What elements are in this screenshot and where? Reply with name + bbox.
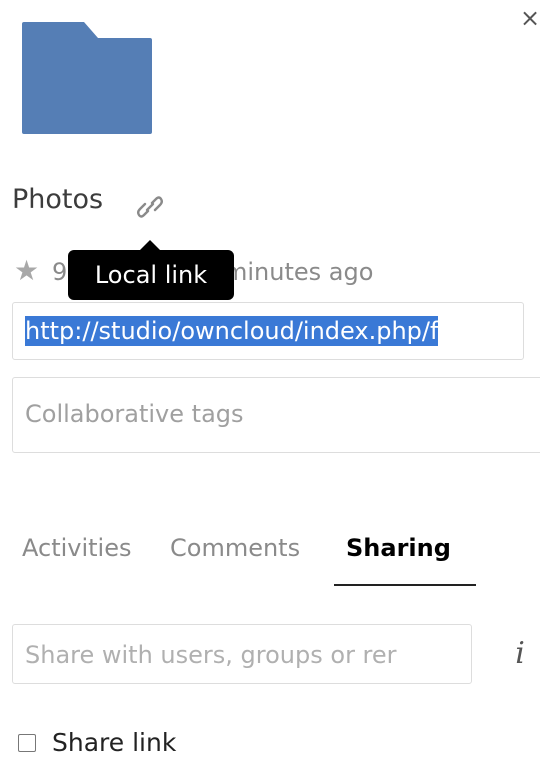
share-link-label[interactable]: Share link xyxy=(52,728,176,757)
local-link-field[interactable]: http://studio/owncloud/index.php/f xyxy=(12,302,524,360)
modified-time: minutes ago xyxy=(224,258,374,286)
share-with-input[interactable]: Share with users, groups or rer xyxy=(12,624,472,684)
link-icon[interactable] xyxy=(136,193,164,221)
share-link-checkbox[interactable] xyxy=(18,734,36,752)
star-icon[interactable]: ★ xyxy=(14,254,39,287)
local-link-url[interactable]: http://studio/owncloud/index.php/f xyxy=(25,316,439,346)
tab-sharing[interactable]: Sharing xyxy=(346,534,451,562)
tab-activities[interactable]: Activities xyxy=(22,534,132,562)
collaborative-tags-input[interactable]: Collaborative tags xyxy=(12,377,540,453)
file-size: 9 xyxy=(52,258,68,286)
file-name: Photos xyxy=(12,184,104,215)
local-link-tooltip: Local link xyxy=(68,240,234,300)
info-icon[interactable]: i xyxy=(508,636,532,672)
active-tab-indicator xyxy=(334,584,476,586)
close-icon[interactable]: × xyxy=(518,4,540,32)
folder-icon xyxy=(22,22,152,134)
tab-comments[interactable]: Comments xyxy=(170,534,300,562)
details-panel: × Photos ★ 9 minutes ago Local link http… xyxy=(0,0,540,759)
